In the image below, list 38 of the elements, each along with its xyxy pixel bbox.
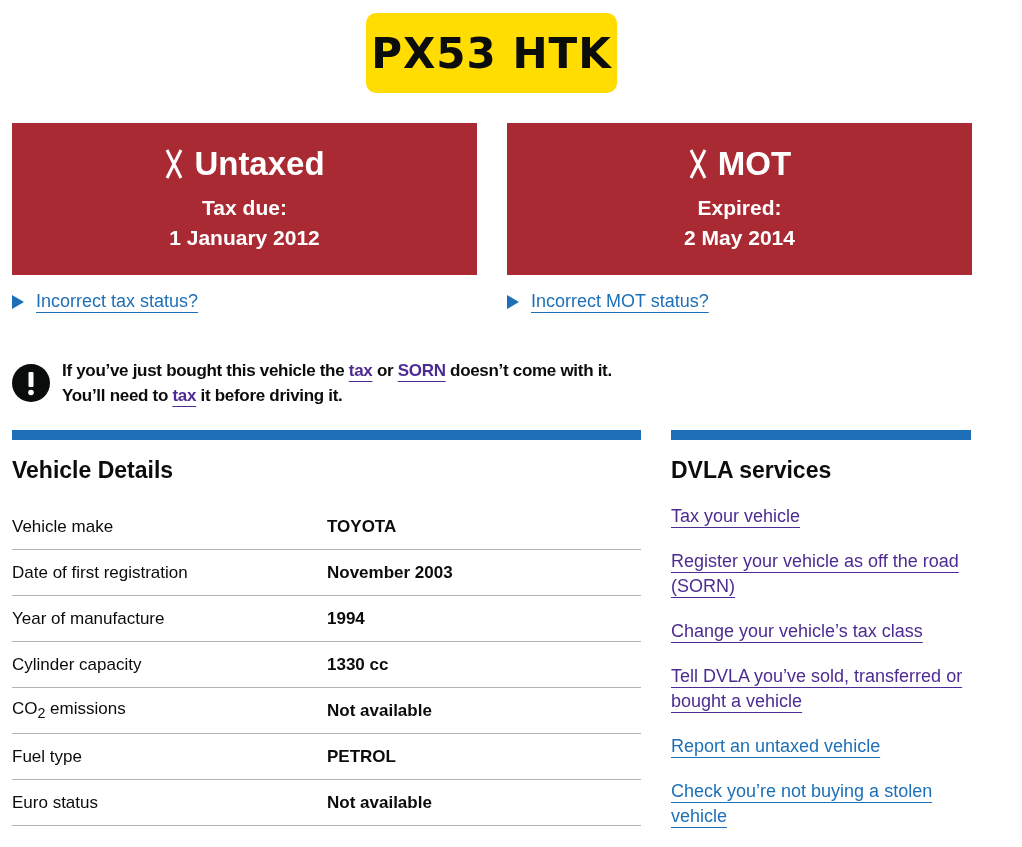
detail-label: Fuel type <box>12 746 83 767</box>
detail-value: Not available <box>327 792 432 813</box>
detail-value: 1330 cc <box>327 654 389 675</box>
service-link[interactable]: Tax your vehicle <box>671 504 805 529</box>
detail-value: PETROL <box>327 746 396 767</box>
status-label: Expired: <box>697 195 782 221</box>
status-date: 2 May 2014 <box>684 225 795 251</box>
detail-value: Not available <box>327 700 432 721</box>
detail-label: Vehicle make <box>12 516 115 537</box>
detail-value: 1994 <box>327 608 365 629</box>
number-plate: PX53 HTK <box>366 13 617 93</box>
detail-label: Year of manufacture <box>12 608 166 629</box>
cross-icon <box>164 148 185 180</box>
tax-link[interactable]: tax <box>172 386 197 405</box>
detail-label: Euro status <box>12 792 99 813</box>
detail-label: Cylinder capacity <box>12 654 143 675</box>
detail-value: TOYOTA <box>327 516 397 537</box>
section-heading: DVLA services <box>671 457 832 484</box>
warning-text: If you’ve just bought this vehicle the tax or SORN doesn’t come with it. You’ll need to tax it before driving it. <box>62 360 613 407</box>
status-title: Untaxed <box>194 145 325 183</box>
tax-link[interactable]: tax <box>348 361 373 380</box>
status-label: Tax due: <box>202 195 287 221</box>
service-link[interactable]: Check you’re not buying a stolen vehicle <box>671 779 971 829</box>
tax-link[interactable]: SORN <box>397 361 446 380</box>
cross-icon <box>687 148 708 180</box>
details-link[interactable]: Incorrect tax status? <box>36 291 199 312</box>
service-link[interactable]: Report an untaxed vehicle <box>671 734 885 759</box>
service-link[interactable]: Tell DVLA you’ve sold, transferred or bought a vehicle <box>671 664 971 714</box>
status-title: MOT <box>717 145 792 183</box>
detail-value: November 2003 <box>327 562 453 583</box>
warning-icon <box>12 364 50 402</box>
status-date: 1 January 2012 <box>169 225 320 251</box>
detail-label: CO$_{2}$ emissions <box>12 699 127 722</box>
detail-label: Date of first registration <box>12 562 189 583</box>
section-heading: Vehicle Details <box>12 457 175 484</box>
service-link[interactable]: Register your vehicle as off the road (SORN) <box>671 549 971 599</box>
details-link[interactable]: Incorrect MOT status? <box>531 291 709 312</box>
service-link[interactable]: Change your vehicle’s tax class <box>671 619 927 644</box>
